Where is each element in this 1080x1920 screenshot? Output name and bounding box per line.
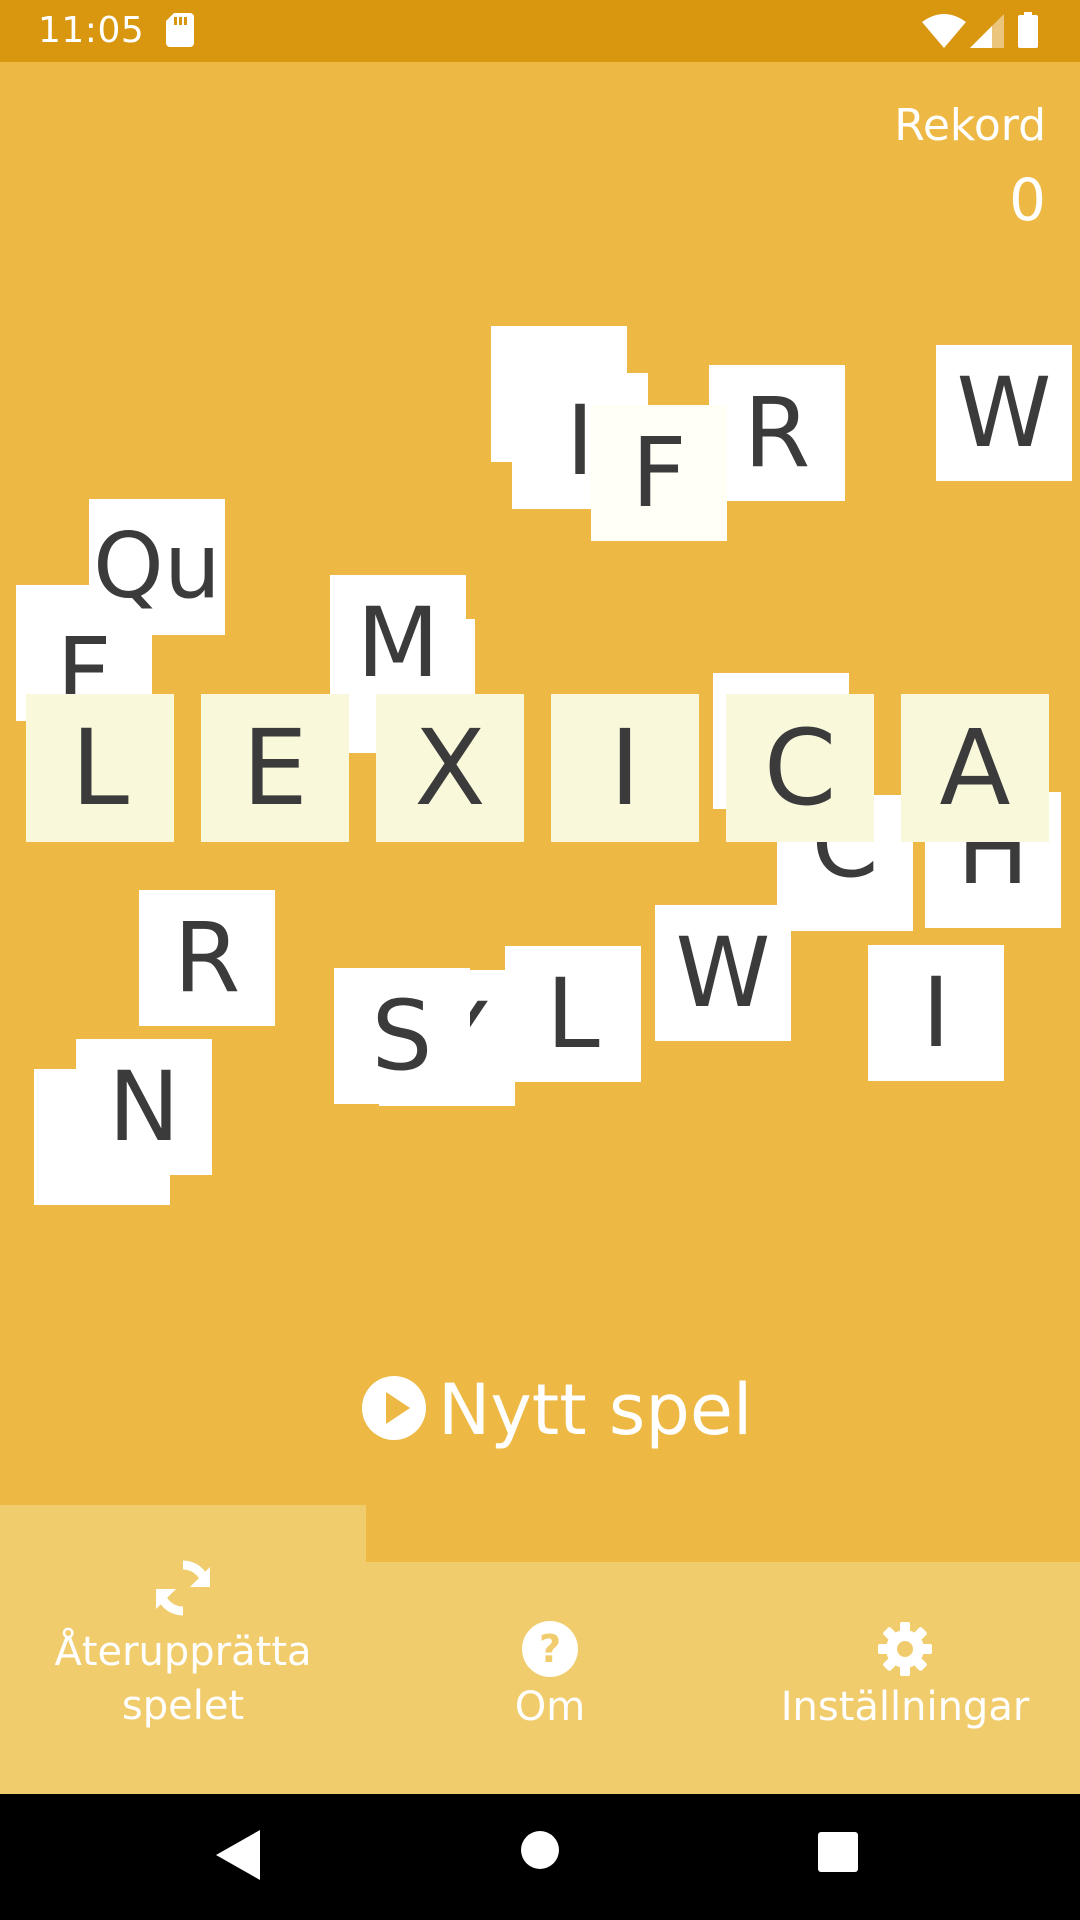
title-tile-e[interactable]: E: [201, 694, 349, 842]
letter-tile-w-mid[interactable]: W: [655, 905, 791, 1041]
settings-label: Inställningar: [780, 1684, 1030, 1730]
game-screen: 11:05 Rekord 0 I R F W F Qu M C H L E X …: [0, 0, 1080, 1920]
letter-tile-r-mid[interactable]: R: [139, 890, 275, 1026]
restore-game-button[interactable]: Återupprätta spelet: [0, 1505, 366, 1795]
restore-game-label: Återupprätta spelet: [54, 1629, 312, 1729]
title-tile-l[interactable]: L: [26, 694, 174, 842]
svg-text:?: ?: [539, 1627, 561, 1671]
record-value: 0: [1009, 166, 1046, 234]
wifi-icon: [922, 14, 966, 52]
help-circle-icon: ?: [521, 1620, 579, 1680]
back-icon[interactable]: [216, 1830, 260, 1884]
title-tile-x[interactable]: X: [376, 694, 524, 842]
about-label: Om: [514, 1684, 586, 1730]
recent-apps-icon[interactable]: [818, 1832, 858, 1876]
gear-icon: [876, 1620, 934, 1680]
play-circle-icon: [362, 1376, 426, 1444]
new-game-button[interactable]: Nytt spel: [362, 1365, 752, 1455]
title-tile-c[interactable]: C: [726, 694, 874, 842]
record-label: Rekord: [894, 100, 1046, 151]
letter-tile-m[interactable]: M: [330, 575, 466, 711]
status-bar: 11:05: [0, 0, 1080, 62]
letter-tile-s-mid[interactable]: S: [334, 968, 470, 1104]
home-icon[interactable]: [520, 1830, 560, 1874]
letter-tile-qu[interactable]: Qu: [89, 499, 225, 635]
about-button[interactable]: ? Om: [420, 1505, 680, 1795]
title-tile-i[interactable]: I: [551, 694, 699, 842]
signal-icon: [970, 14, 1004, 52]
status-time: 11:05: [38, 10, 145, 51]
letter-tile-f[interactable]: F: [591, 405, 727, 541]
letter-tile-i-mid[interactable]: I: [868, 945, 1004, 1081]
settings-button[interactable]: Inställningar: [740, 1505, 1070, 1795]
letter-tile-n[interactable]: N: [76, 1039, 212, 1175]
letter-tile-w[interactable]: W: [936, 345, 1072, 481]
refresh-icon: [154, 1559, 212, 1619]
new-game-label: Nytt spel: [438, 1369, 753, 1451]
letter-tile-r[interactable]: R: [709, 365, 845, 501]
system-navigation-bar: [0, 1794, 1080, 1920]
title-tile-a[interactable]: A: [901, 694, 1049, 842]
sd-card-icon: [166, 13, 194, 51]
letter-tile-l[interactable]: L: [505, 946, 641, 1082]
battery-icon: [1018, 12, 1038, 52]
